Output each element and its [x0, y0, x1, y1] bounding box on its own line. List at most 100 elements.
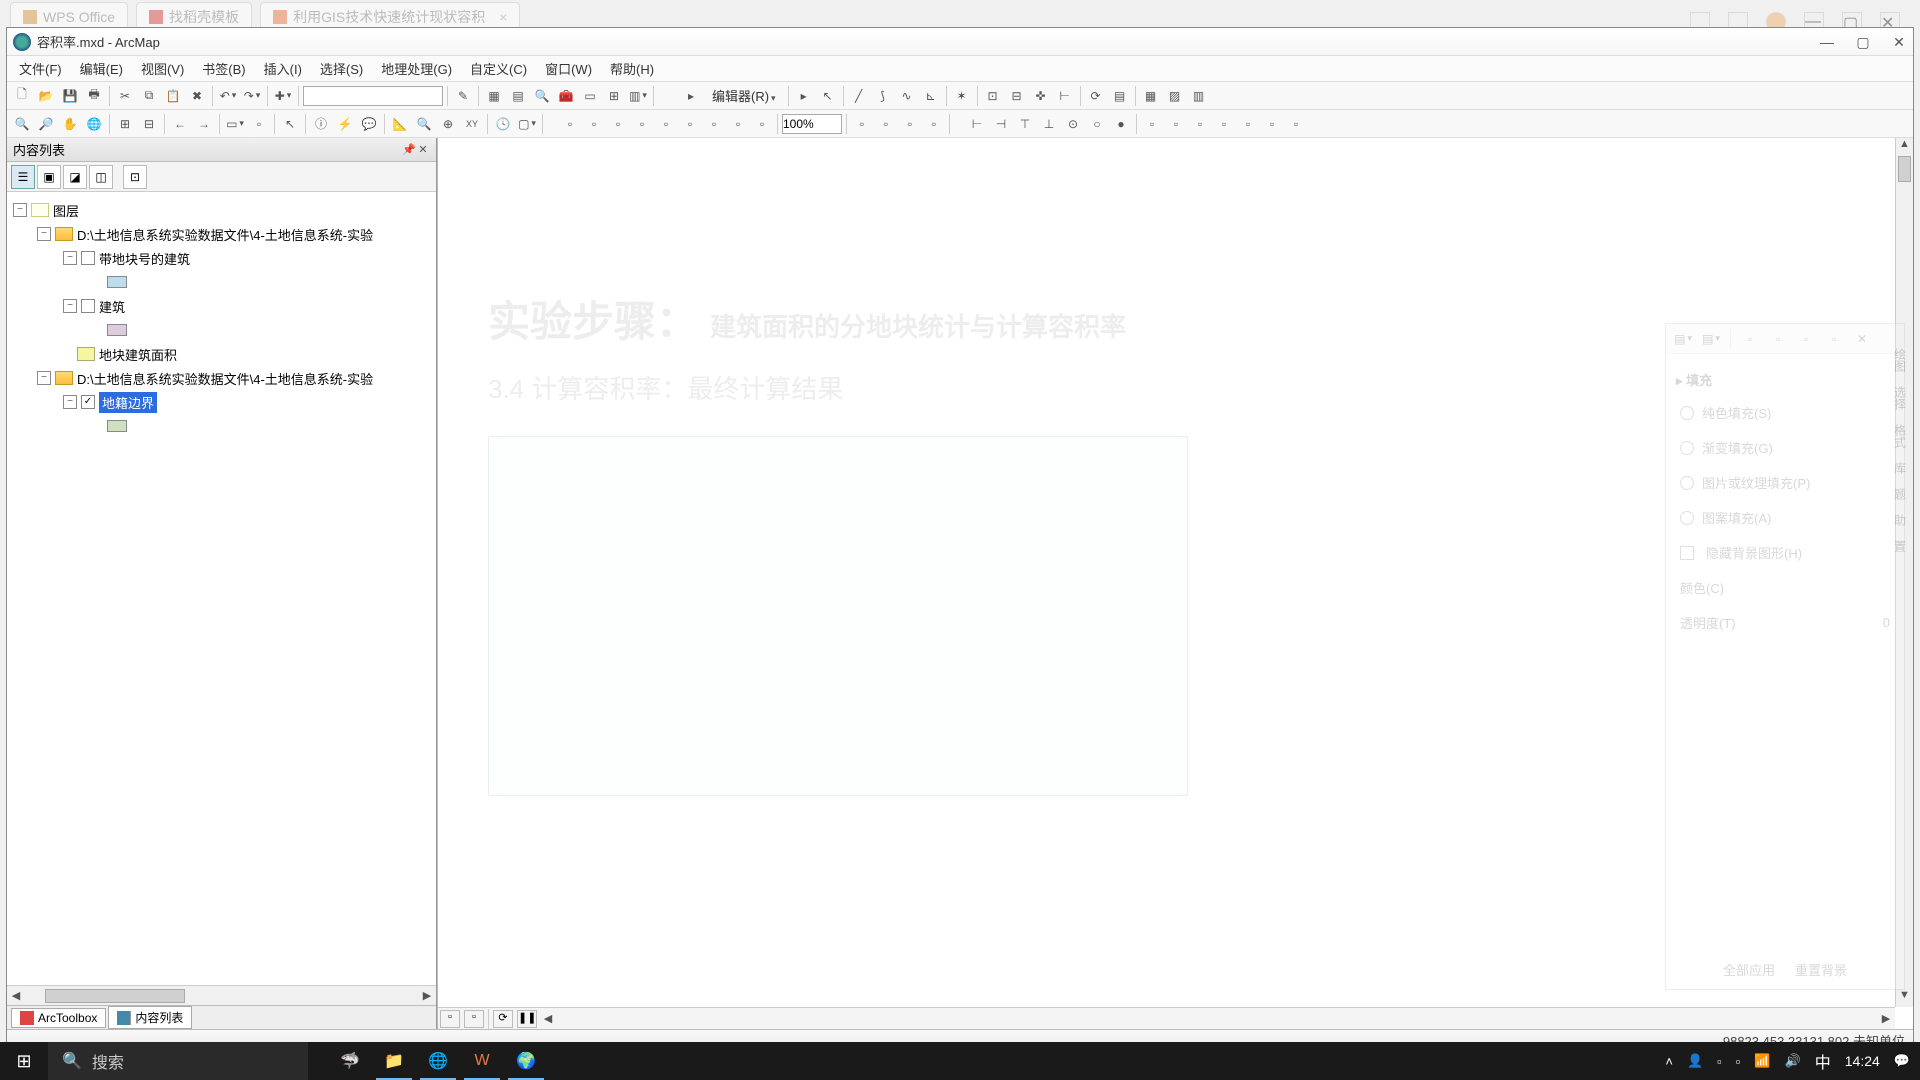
georef-8-icon[interactable]: ▫: [727, 113, 749, 135]
menu-insert[interactable]: 插入(I): [256, 55, 310, 82]
time-slider-icon[interactable]: 🕓: [492, 113, 514, 135]
clear-selection-icon[interactable]: ▫: [248, 113, 270, 135]
tree-check-lyr2[interactable]: [81, 299, 95, 313]
zoom-out-icon[interactable]: 🔎: [35, 113, 57, 135]
tree-lyr2-label[interactable]: 建筑: [99, 297, 125, 316]
full-extent-icon[interactable]: 🌐: [83, 113, 105, 135]
rp-menu-1[interactable]: ▤: [1672, 328, 1694, 350]
tree-lyr3-label[interactable]: 地块建筑面积: [99, 345, 177, 364]
edit-arrow[interactable]: ↖: [817, 85, 839, 107]
find-icon[interactable]: 🔍: [413, 113, 435, 135]
tree-root-label[interactable]: 图层: [53, 201, 79, 220]
toc-tab-drawing-order[interactable]: ☰: [11, 165, 35, 189]
toc-tab-visibility[interactable]: ◪: [63, 165, 87, 189]
effects-2-icon[interactable]: ▫: [1165, 113, 1187, 135]
tree-ds2-label[interactable]: D:\土地信息系统实验数据文件\4-土地信息系统-实验: [77, 369, 373, 388]
snap-1-icon[interactable]: ⊢: [966, 113, 988, 135]
menu-customize[interactable]: 自定义(C): [462, 55, 535, 82]
catalog-button[interactable]: ▤: [507, 85, 529, 107]
effects-7-icon[interactable]: ▫: [1285, 113, 1307, 135]
layout-3-icon[interactable]: ▫: [899, 113, 921, 135]
menu-file[interactable]: 文件(F): [11, 55, 70, 82]
minimize-button[interactable]: —: [1819, 34, 1835, 50]
redo-button[interactable]: ↷: [241, 85, 263, 107]
open-button[interactable]: 📂: [35, 85, 57, 107]
effects-6-icon[interactable]: ▫: [1261, 113, 1283, 135]
toc-close-icon[interactable]: ✕: [416, 143, 430, 157]
snap-7-icon[interactable]: ●: [1110, 113, 1132, 135]
georef-7-icon[interactable]: ▫: [703, 113, 725, 135]
toc-tab-source[interactable]: ▣: [37, 165, 61, 189]
snap-2-icon[interactable]: ⊣: [990, 113, 1012, 135]
cut-polygon-icon[interactable]: ✜: [1030, 85, 1052, 107]
radio-pattern[interactable]: [1680, 511, 1694, 525]
effects-5-icon[interactable]: ▫: [1237, 113, 1259, 135]
layout-4-icon[interactable]: ▫: [923, 113, 945, 135]
effects-4-icon[interactable]: ▫: [1213, 113, 1235, 135]
task-shark-icon[interactable]: 🦈: [328, 1042, 372, 1080]
snap-6-icon[interactable]: ○: [1086, 113, 1108, 135]
measure-icon[interactable]: 📐: [389, 113, 411, 135]
pause-draw-button[interactable]: ❚❚: [517, 1010, 537, 1028]
menu-help[interactable]: 帮助(H): [602, 55, 662, 82]
more-windows-button[interactable]: ▥: [627, 85, 649, 107]
reset-bg-button[interactable]: 重置背景: [1795, 960, 1847, 979]
layout-2-icon[interactable]: ▫: [875, 113, 897, 135]
arctoolbox-button[interactable]: 🧰: [555, 85, 577, 107]
print-button[interactable]: 🖶: [83, 85, 105, 107]
close-button[interactable]: ✕: [1891, 34, 1907, 50]
tray-wifi-icon[interactable]: 📶: [1754, 1053, 1770, 1069]
menu-geoprocessing[interactable]: 地理处理(G): [373, 55, 460, 82]
tree-lyr1-label[interactable]: 带地块号的建筑: [99, 249, 190, 268]
tray-ime-icon[interactable]: 中: [1815, 1049, 1831, 1073]
tree-check-lyr1[interactable]: [81, 251, 95, 265]
sketch-props-icon[interactable]: ▦: [1140, 85, 1162, 107]
task-explorer-icon[interactable]: 📁: [372, 1042, 416, 1080]
tree-toggle-lyr4[interactable]: −: [63, 395, 77, 409]
start-button[interactable]: ⊞: [0, 1042, 48, 1080]
select-features-icon[interactable]: ▭: [224, 113, 246, 135]
arc-segment-icon[interactable]: ⟆: [872, 85, 894, 107]
layout-1-icon[interactable]: ▫: [851, 113, 873, 135]
pan-icon[interactable]: ✋: [59, 113, 81, 135]
georef-9-icon[interactable]: ▫: [751, 113, 773, 135]
select-elements-icon[interactable]: ↖: [279, 113, 301, 135]
zoom-combo[interactable]: [782, 114, 842, 134]
task-edge-icon[interactable]: 🌐: [416, 1042, 460, 1080]
identify-icon[interactable]: ⓘ: [310, 113, 332, 135]
tray-clock[interactable]: 14:24: [1845, 1053, 1880, 1069]
reshape-icon[interactable]: ⊟: [1006, 85, 1028, 107]
georef-1-icon[interactable]: ▫: [559, 113, 581, 135]
pin-icon[interactable]: 📌: [402, 143, 416, 157]
snap-3-icon[interactable]: ⊤: [1014, 113, 1036, 135]
tree-toggle-ds1[interactable]: −: [37, 227, 51, 241]
tree-toggle-ds2[interactable]: −: [37, 371, 51, 385]
task-wps-icon[interactable]: W: [460, 1042, 504, 1080]
right-angle-icon[interactable]: ⊾: [920, 85, 942, 107]
menu-bookmark[interactable]: 书签(B): [194, 55, 253, 82]
radio-solid[interactable]: [1680, 406, 1694, 420]
toc-tab-selection[interactable]: ◫: [89, 165, 113, 189]
edit-more-icon[interactable]: ▥: [1188, 85, 1210, 107]
radio-gradient[interactable]: [1680, 441, 1694, 455]
georef-4-icon[interactable]: ▫: [631, 113, 653, 135]
hyperlink-icon[interactable]: ⚡: [334, 113, 356, 135]
georef-2-icon[interactable]: ▫: [583, 113, 605, 135]
modelbuilder-button[interactable]: ⊞: [603, 85, 625, 107]
rp-icon-3[interactable]: ▫: [1795, 328, 1817, 350]
create-features-icon[interactable]: ▨: [1164, 85, 1186, 107]
copy-button[interactable]: ⧉: [138, 85, 160, 107]
point-icon[interactable]: ✶: [951, 85, 973, 107]
toc-button[interactable]: ▦: [483, 85, 505, 107]
rp-menu-2[interactable]: ▤: [1700, 328, 1722, 350]
toc-tab-options[interactable]: ⊡: [123, 165, 147, 189]
delete-button[interactable]: ✖: [186, 85, 208, 107]
tree-check-lyr4[interactable]: ✓: [81, 395, 95, 409]
split-icon[interactable]: ⊢: [1054, 85, 1076, 107]
tray-battery-icon[interactable]: ▫: [1736, 1054, 1741, 1069]
refresh-button[interactable]: ⟳: [493, 1010, 513, 1028]
fixed-zoom-out-icon[interactable]: ⊟: [138, 113, 160, 135]
georef-3-icon[interactable]: ▫: [607, 113, 629, 135]
snap-5-icon[interactable]: ⊙: [1062, 113, 1084, 135]
edit-tool[interactable]: ▸: [793, 85, 815, 107]
